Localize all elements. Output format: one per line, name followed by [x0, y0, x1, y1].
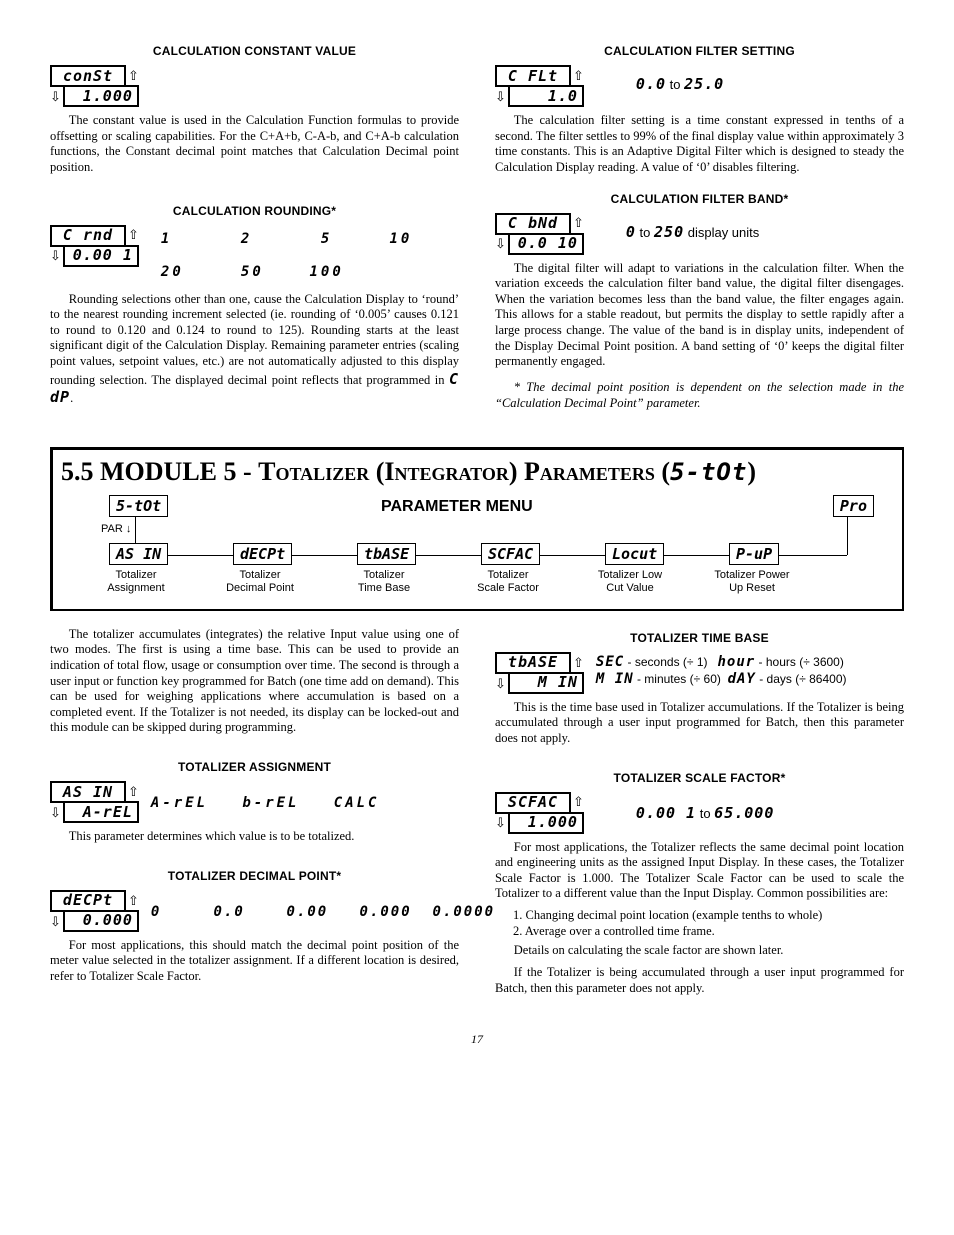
parameter-menu-label: PARAMETER MENU: [381, 497, 533, 517]
para-calc-rounding: Rounding selections other than one, caus…: [50, 292, 459, 408]
lcd-round-bot: 0.00 1: [63, 245, 139, 267]
para-tot-scfac: For most applications, the Totalizer ref…: [495, 840, 904, 903]
flow-node-decpt: dECPt: [233, 543, 292, 566]
lcd-tbase-bot: M IN: [508, 672, 584, 694]
nav-arrow-icon: ⇩: [50, 805, 61, 821]
flow-label-decpt: Totalizer Decimal Point: [215, 569, 305, 597]
nav-arrow-icon: ⇩: [495, 815, 506, 831]
para-calc-constant: The constant value is used in the Calcul…: [50, 113, 459, 176]
para-scfac-details: Details on calculating the scale factor …: [495, 943, 904, 959]
module5-box: 5.5 MODULE 5 - Totalizer (Integrator) Pa…: [50, 447, 904, 611]
heading-tot-decpt: TOTALIZER DECIMAL POINT*: [50, 869, 459, 884]
lcd-filt-bot: 1.0: [508, 85, 584, 107]
module5-flowchart: 5-tOt PARAMETER MENU Pro PAR ↓ AS IN Tot…: [61, 493, 894, 603]
flow-node-locut: Locut: [605, 543, 664, 566]
flow-label-tbase: Totalizer Time Base: [339, 569, 429, 597]
lower-columns: The totalizer accumulates (integrates) t…: [50, 627, 904, 1003]
flow-label-scfac: Totalizer Scale Factor: [463, 569, 553, 597]
lcd-band-top: C bNd: [495, 213, 571, 235]
heading-calc-rounding: CALCULATION ROUNDING*: [50, 204, 459, 219]
nav-arrow-icon: ⇧: [128, 227, 139, 243]
decimal-note: * The decimal point position is dependen…: [495, 380, 904, 411]
lcd-assign-bot: A-rEL: [63, 801, 139, 823]
nav-arrow-icon: ⇧: [573, 68, 584, 84]
flow-node-tbase: tbASE: [357, 543, 416, 566]
nav-arrow-icon: ⇧: [128, 784, 139, 800]
flow-label-locut: Totalizer Low Cut Value: [585, 569, 675, 597]
flow-label-asin: Totalizer Assignment: [91, 569, 181, 597]
lcd-band-bot: 0.0 10: [508, 233, 584, 255]
lcd-const-top: conSt: [50, 65, 126, 87]
heading-tot-assign: TOTALIZER ASSIGNMENT: [50, 760, 459, 775]
heading-calc-constant: CALCULATION CONSTANT VALUE: [50, 44, 459, 59]
lcd-filt-top: C FLt: [495, 65, 571, 87]
lcd-calc-filter: C FLt ⇧ ⇩ 1.0 0.0 to 25.0: [495, 65, 904, 107]
nav-arrow-icon: ⇩: [50, 89, 61, 105]
para-calc-band: The digital filter will adapt to variati…: [495, 261, 904, 370]
nav-arrow-icon: ⇩: [495, 236, 506, 252]
module5-title: 5.5 MODULE 5 - Totalizer (Integrator) Pa…: [61, 456, 894, 489]
para-totalizer-intro: The totalizer accumulates (integrates) t…: [50, 627, 459, 736]
scfac-list: 1. Changing decimal point location (exam…: [513, 908, 904, 939]
nav-arrow-icon: ⇧: [573, 655, 584, 671]
lcd-calc-rounding: C rnd ⇧ ⇩ 0.00 1 1 2 5 10 20 50 100: [50, 225, 459, 286]
nav-arrow-icon: ⇧: [128, 68, 139, 84]
decpt-options: 0 0.0 0.00 0.000 0.0000: [151, 904, 495, 922]
page-number: 17: [50, 1032, 904, 1047]
lcd-decpt-bot: 0.000: [63, 910, 139, 932]
flow-pro-box: Pro: [833, 495, 874, 518]
down-arrow-icon: ↓: [126, 523, 132, 535]
lcd-tot-decpt: dECPt ⇧ ⇩ 0.000 0 0.0 0.00 0.000 0.0000: [50, 890, 459, 932]
col-lower-left: The totalizer accumulates (integrates) t…: [50, 627, 459, 1003]
col-left: CALCULATION CONSTANT VALUE conSt ⇧ ⇩ 1.0…: [50, 40, 459, 417]
scfac-li1: 1. Changing decimal point location (exam…: [513, 908, 904, 924]
para-tot-tbase: This is the time base used in Totalizer …: [495, 700, 904, 747]
lcd-tbase-top: tbASE: [495, 652, 571, 674]
nav-arrow-icon: ⇩: [50, 248, 61, 264]
lcd-tot-tbase: tbASE ⇧ ⇩ M IN SEC - seconds (÷ 1) hour …: [495, 652, 904, 694]
scfac-range: 0.00 1 to 65.000: [636, 804, 774, 823]
heading-calc-filter: CALCULATION FILTER SETTING: [495, 44, 904, 59]
nav-arrow-icon: ⇩: [495, 89, 506, 105]
nav-arrow-icon: ⇧: [573, 215, 584, 231]
lcd-calc-constant: conSt ⇧ ⇩ 1.000: [50, 65, 459, 107]
nav-arrow-icon: ⇩: [50, 914, 61, 930]
flow-node-asin: AS IN: [109, 543, 168, 566]
tbase-options: SEC - seconds (÷ 1) hour - hours (÷ 3600…: [596, 654, 847, 689]
lcd-tot-assign: AS IN ⇧ ⇩ A-rEL A-rEL b-rEL CALC: [50, 781, 459, 823]
filter-range: 0.0 to 25.0: [636, 75, 724, 94]
lcd-assign-top: AS IN: [50, 781, 126, 803]
top-columns: CALCULATION CONSTANT VALUE conSt ⇧ ⇩ 1.0…: [50, 40, 904, 417]
lcd-round-top: C rnd: [50, 225, 126, 247]
rounding-options: 1 2 5 10 20 50 100: [161, 225, 412, 286]
para-tot-decpt: For most applications, this should match…: [50, 938, 459, 985]
lcd-calc-band: C bNd ⇧ ⇩ 0.0 10 0 to 250 display units: [495, 213, 904, 255]
lcd-decpt-top: dECPt: [50, 890, 126, 912]
lcd-scfac-bot: 1.000: [508, 812, 584, 834]
par-label: PAR ↓: [101, 523, 131, 537]
heading-tot-tbase: TOTALIZER TIME BASE: [495, 631, 904, 646]
lcd-tot-scfac: SCFAC ⇧ ⇩ 1.000 0.00 1 to 65.000: [495, 792, 904, 834]
col-right: CALCULATION FILTER SETTING C FLt ⇧ ⇩ 1.0…: [495, 40, 904, 417]
lcd-const-bot: 1.000: [63, 85, 139, 107]
scfac-li2: 2. Average over a controlled time frame.: [513, 924, 904, 940]
heading-calc-band: CALCULATION FILTER BAND*: [495, 192, 904, 207]
flow-node-pup: P-uP: [729, 543, 779, 566]
flow-node-scfac: SCFAC: [481, 543, 540, 566]
para-calc-filter: The calculation filter setting is a time…: [495, 113, 904, 176]
nav-arrow-icon: ⇧: [573, 794, 584, 810]
heading-tot-scfac: TOTALIZER SCALE FACTOR*: [495, 771, 904, 786]
para-scfac-batch: If the Totalizer is being accumulated th…: [495, 965, 904, 996]
flow-start-box: 5-tOt: [109, 495, 168, 518]
flow-label-pup: Totalizer Power Up Reset: [707, 569, 797, 597]
nav-arrow-icon: ⇧: [128, 893, 139, 909]
assign-options: A-rEL b-rEL CALC: [151, 795, 380, 813]
rounding-row1: 1 2 5 10: [161, 231, 412, 249]
band-range: 0 to 250 display units: [626, 223, 759, 242]
para-tot-assign: This parameter determines which value is…: [50, 829, 459, 845]
lcd-scfac-top: SCFAC: [495, 792, 571, 814]
col-lower-right: TOTALIZER TIME BASE tbASE ⇧ ⇩ M IN SEC -…: [495, 627, 904, 1003]
nav-arrow-icon: ⇩: [495, 676, 506, 692]
rounding-row2: 20 50 100: [161, 264, 412, 282]
